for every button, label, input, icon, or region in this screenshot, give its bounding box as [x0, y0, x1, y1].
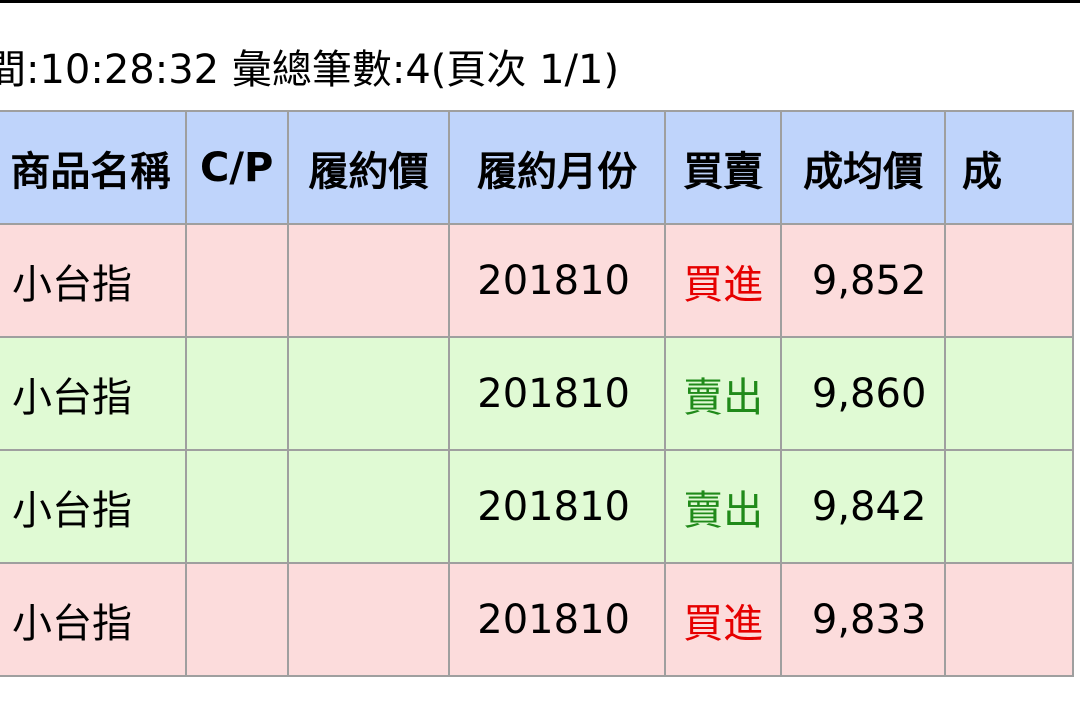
cell-average-price: 9,833 — [780, 562, 947, 677]
cell-call-put — [184, 336, 289, 451]
top-divider — [0, 0, 1080, 3]
cell-product-name: 小台指 — [0, 562, 187, 677]
cell-truncated-column — [944, 336, 1074, 451]
cell-average-price: 9,852 — [780, 223, 947, 338]
cell-strike-price — [286, 336, 451, 451]
cell-contract-month: 201810 — [448, 336, 666, 451]
orders-table-viewport[interactable]: 商品名稱 C/P 履約價 履約月份 買賣 成均價 成 小台指 201810 買進 9,… — [0, 110, 1080, 682]
cell-call-put — [184, 223, 289, 338]
cell-call-put — [184, 449, 289, 564]
cell-buy-sell: 買進 — [663, 223, 783, 338]
cell-buy-sell: 買進 — [663, 562, 783, 677]
cell-buy-sell: 賣出 — [663, 336, 783, 451]
header-product-name: 商品名稱 — [0, 110, 187, 225]
table-row[interactable]: 小台指 201810 買進 9,852 — [0, 223, 1074, 338]
cell-call-put — [184, 562, 289, 677]
cell-strike-price — [286, 223, 451, 338]
cell-strike-price — [286, 449, 451, 564]
summary-line: 間:10:28:32 彙總筆數:4(頁次 1/1) — [0, 47, 620, 93]
cell-truncated-column — [944, 449, 1074, 564]
cell-truncated-column — [944, 223, 1074, 338]
table-row[interactable]: 小台指 201810 買進 9,833 — [0, 562, 1074, 677]
header-contract-month: 履約月份 — [448, 110, 666, 225]
cell-product-name: 小台指 — [0, 336, 187, 451]
cell-contract-month: 201810 — [448, 562, 666, 677]
table-row[interactable]: 小台指 201810 賣出 9,842 — [0, 449, 1074, 564]
cell-average-price: 9,860 — [780, 336, 947, 451]
header-average-price: 成均價 — [780, 110, 947, 225]
header-call-put: C/P — [184, 110, 289, 225]
table-row[interactable]: 小台指 201810 賣出 9,860 — [0, 336, 1074, 451]
cell-product-name: 小台指 — [0, 449, 187, 564]
cell-truncated-column — [944, 562, 1074, 677]
trade-summary-screen: 間:10:28:32 彙總筆數:4(頁次 1/1) 商品名稱 C/P 履約價 履… — [0, 0, 1080, 720]
header-truncated-column: 成 — [944, 110, 1074, 225]
cell-buy-sell: 賣出 — [663, 449, 783, 564]
table-header-row: 商品名稱 C/P 履約價 履約月份 買賣 成均價 成 — [0, 110, 1074, 225]
header-strike-price: 履約價 — [286, 110, 451, 225]
cell-strike-price — [286, 562, 451, 677]
cell-product-name: 小台指 — [0, 223, 187, 338]
cell-average-price: 9,842 — [780, 449, 947, 564]
cell-contract-month: 201810 — [448, 449, 666, 564]
header-buy-sell: 買賣 — [663, 110, 783, 225]
cell-contract-month: 201810 — [448, 223, 666, 338]
orders-table: 商品名稱 C/P 履約價 履約月份 買賣 成均價 成 小台指 201810 買進 9,… — [0, 110, 1074, 677]
